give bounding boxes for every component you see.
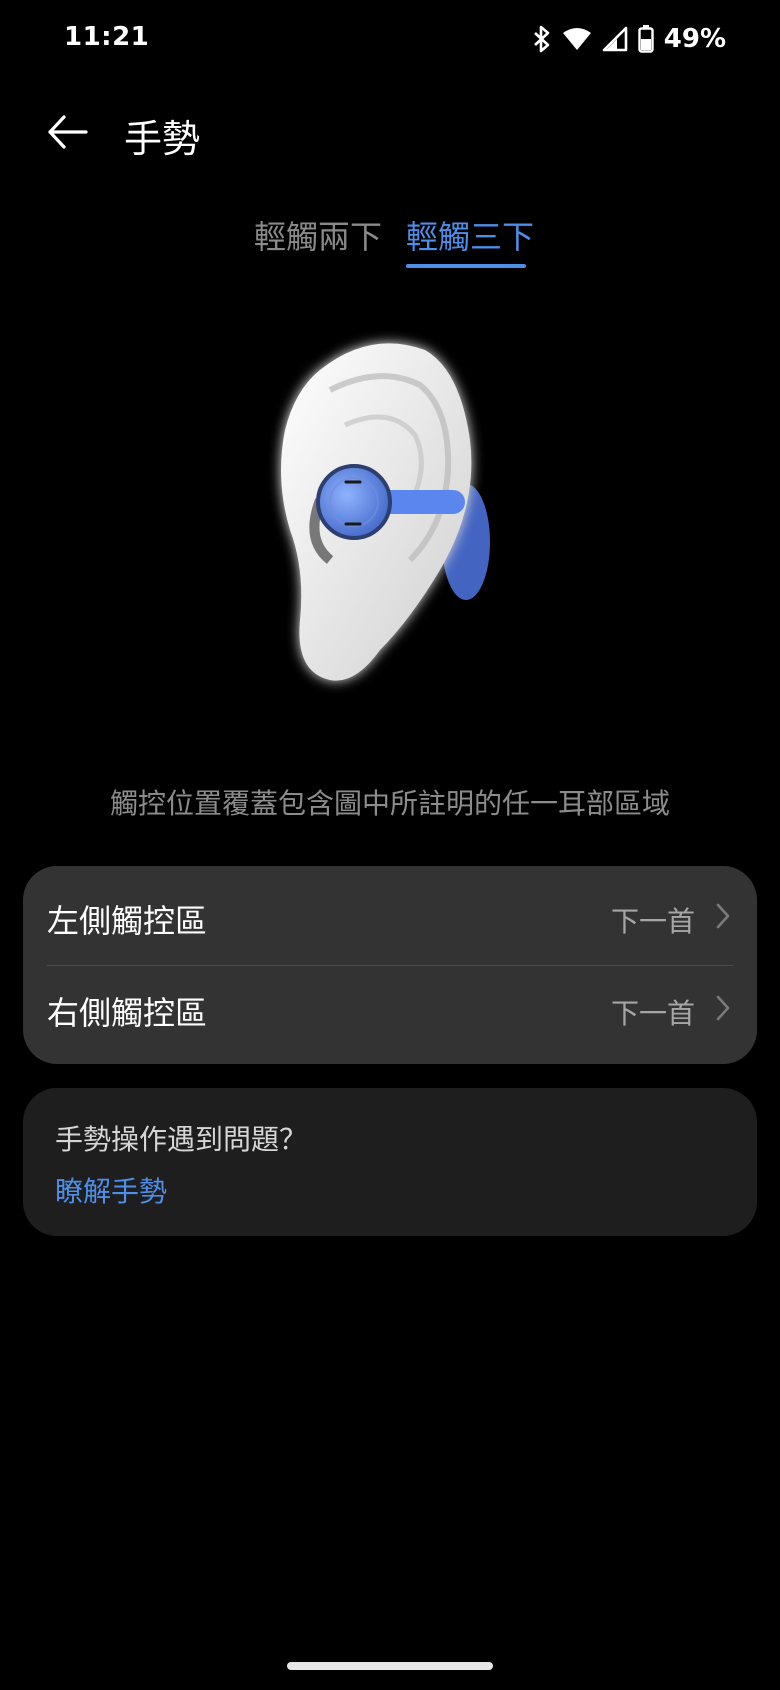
right-touch-zone-label: 右側觸控區 <box>47 994 208 1032</box>
arrow-left-icon <box>48 115 88 149</box>
page-title: 手勢 <box>124 117 201 161</box>
right-touch-zone-value: 下一首 <box>610 997 695 1030</box>
tab-bar: 輕觸兩下 輕觸三下 <box>0 212 780 272</box>
back-button[interactable] <box>40 110 96 154</box>
left-touch-zone-label: 左側觸控區 <box>47 902 208 940</box>
left-touch-zone-row[interactable]: 左側觸控區 下一首 <box>23 870 757 962</box>
wifi-icon <box>562 28 591 50</box>
battery-icon <box>638 25 654 53</box>
touch-zone-settings-card: 左側觸控區 下一首 右側觸控區 下一首 <box>23 866 757 1064</box>
tab-double-tap[interactable]: 輕觸兩下 <box>254 212 382 258</box>
status-bar: 11:21 49% <box>0 0 780 80</box>
status-time: 11:21 <box>64 22 150 52</box>
chevron-right-icon <box>716 995 730 1021</box>
touch-area-hint: 觸控位置覆蓋包含圖中所註明的任一耳部區域 <box>109 787 670 820</box>
cellular-signal-icon <box>602 26 628 52</box>
ear-with-earbud-illustration <box>260 330 520 720</box>
status-icons: 49% <box>532 22 726 56</box>
learn-gestures-link[interactable]: 瞭解手勢 <box>55 1170 167 1210</box>
help-question: 手勢操作遇到問題？ <box>55 1123 308 1156</box>
left-touch-zone-value: 下一首 <box>610 905 695 938</box>
chevron-right-icon <box>716 903 730 929</box>
app-header: 手勢 <box>0 90 780 170</box>
right-touch-zone-row[interactable]: 右側觸控區 下一首 <box>23 962 757 1054</box>
tab-triple-tap[interactable]: 輕觸三下 <box>406 212 534 258</box>
battery-percent: 49% <box>663 24 726 54</box>
tab-selected-indicator <box>406 264 526 268</box>
gesture-help-card: 手勢操作遇到問題？ 瞭解手勢 <box>23 1088 757 1236</box>
bluetooth-icon <box>533 25 550 53</box>
gesture-nav-handle[interactable] <box>287 1662 493 1670</box>
